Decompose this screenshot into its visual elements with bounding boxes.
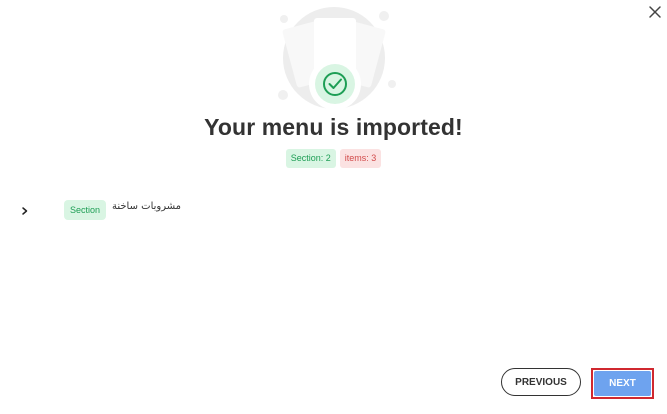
import-summary: Section: 2 items: 3 — [0, 149, 667, 168]
section-name: مشروبات ساخنة — [112, 201, 182, 212]
section-count-badge: Section: 2 — [285, 149, 336, 168]
next-button[interactable]: NEXT — [594, 371, 651, 396]
close-icon[interactable] — [646, 3, 664, 21]
check-circle-icon — [309, 58, 361, 110]
items-count-badge: items: 3 — [339, 149, 382, 168]
list-item[interactable]: Section مشروبات ساخنة — [16, 199, 216, 221]
section-type-badge: Section — [64, 200, 107, 220]
dialog-title: Your menu is imported! — [204, 114, 463, 140]
success-illustration — [268, 0, 402, 114]
chevron-right-icon[interactable] — [20, 204, 30, 216]
previous-button[interactable]: PREVIOUS — [501, 368, 581, 396]
import-success-dialog: Your menu is imported! Section: 2 items:… — [0, 0, 667, 414]
